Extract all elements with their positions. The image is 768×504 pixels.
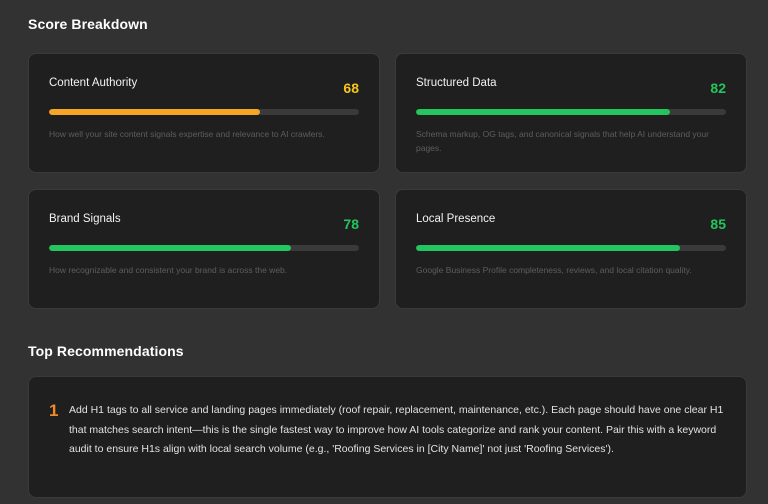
card-description: How well your site content signals exper… [49,129,325,139]
card-label: Content Authority [49,77,138,89]
card-label: Structured Data [416,77,497,89]
recommendation-card: 1 Add H1 tags to all service and landing… [28,376,747,498]
progress-track [49,109,359,115]
progress-track [49,245,359,251]
score-card-local-presence: Local Presence 85 Google Business Profil… [395,189,747,309]
card-description: How recognizable and consistent your bra… [49,265,288,275]
recommendation-number: 1 [49,401,59,420]
card-description: Google Business Profile completeness, re… [416,265,692,275]
score-card-content-authority: Content Authority 68 How well your site … [28,53,380,173]
score-card-brand-signals: Brand Signals 78 How recognizable and co… [28,189,380,309]
card-label: Brand Signals [49,213,121,225]
progress-fill [416,245,680,251]
card-score: 82 [710,80,726,96]
progress-fill [49,245,291,251]
progress-track [416,245,726,251]
progress-track [416,109,726,115]
progress-fill [49,109,260,115]
page: Score Breakdown Content Authority 68 How… [0,0,768,504]
card-label: Local Presence [416,213,496,225]
card-score: 78 [343,216,359,232]
recommendation-text: Add H1 tags to all service and landing p… [69,404,724,455]
top-recommendations-title: Top Recommendations [28,343,184,359]
progress-fill [416,109,671,115]
score-breakdown-title: Score Breakdown [28,16,148,32]
card-score: 68 [343,80,359,96]
card-description: Schema markup, OG tags, and canonical si… [416,129,709,153]
score-card-structured-data: Structured Data 82 Schema markup, OG tag… [395,53,747,173]
card-score: 85 [710,216,726,232]
